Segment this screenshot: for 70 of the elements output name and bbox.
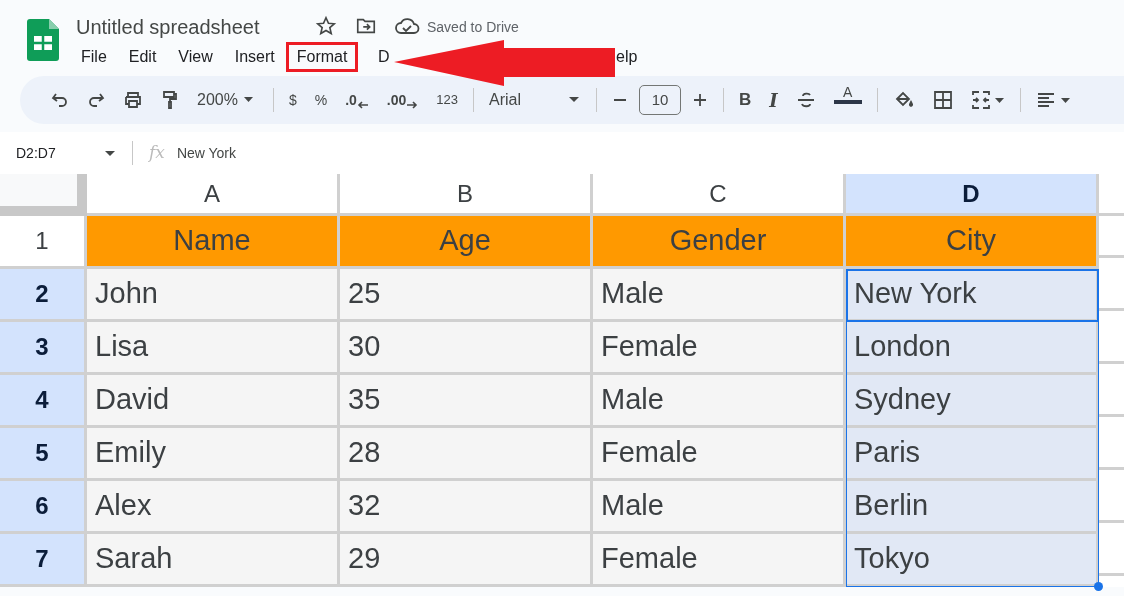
- table-cell[interactable]: Age: [340, 216, 593, 269]
- menu-item[interactable]: D: [374, 42, 394, 72]
- percent-button[interactable]: %: [305, 84, 337, 116]
- row-header[interactable]: 4: [0, 375, 87, 428]
- row-header[interactable]: 7: [0, 534, 87, 587]
- table-cell[interactable]: 35: [340, 375, 593, 428]
- table-cell[interactable]: 29: [340, 534, 593, 587]
- table-cell[interactable]: Sarah: [87, 534, 340, 587]
- menu-item[interactable]: Insert: [223, 42, 286, 72]
- decrease-decimal-button[interactable]: .0: [336, 84, 378, 116]
- document-title[interactable]: Untitled spreadsheet: [76, 12, 260, 42]
- row-header[interactable]: 6: [0, 481, 87, 534]
- menu-item[interactable]: Edit: [117, 42, 168, 72]
- column-header[interactable]: A: [87, 174, 340, 216]
- table-cell[interactable]: Male: [593, 375, 846, 428]
- formula-label: fx: [149, 141, 165, 165]
- row-header[interactable]: 5: [0, 428, 87, 481]
- menu-item[interactable]: View: [167, 42, 224, 72]
- table-cell[interactable]: Female: [593, 322, 846, 375]
- table-cell[interactable]: Female: [593, 428, 846, 481]
- column-header[interactable]: B: [340, 174, 593, 216]
- menu-item[interactable]: Format: [285, 42, 359, 72]
- cloud-check-icon[interactable]: [394, 16, 420, 36]
- table-cell[interactable]: Lisa: [87, 322, 340, 375]
- table-cell[interactable]: 30: [340, 322, 593, 375]
- table-cell[interactable]: City: [846, 216, 1099, 269]
- column-header[interactable]: C: [593, 174, 846, 216]
- font-size-field[interactable]: 10: [639, 85, 682, 115]
- table-cell[interactable]: 25: [340, 269, 593, 322]
- name-box[interactable]: D2:D7: [0, 142, 126, 164]
- bold-button[interactable]: B: [730, 84, 761, 116]
- increase-decimal-button[interactable]: .00: [377, 84, 428, 116]
- table-cell[interactable]: Tokyo: [846, 534, 1099, 587]
- right-arrow-icon: [406, 101, 419, 109]
- table-cell[interactable]: Female: [593, 534, 846, 587]
- table-cell[interactable]: Emily: [87, 428, 340, 481]
- table-cell[interactable]: Sydney: [846, 375, 1099, 428]
- formula-input[interactable]: New York: [176, 142, 237, 164]
- table-cell[interactable]: New York: [846, 269, 1099, 322]
- table-cell[interactable]: Alex: [87, 481, 340, 534]
- table-cell[interactable]: 32: [340, 481, 593, 534]
- row-header[interactable]: 3: [0, 322, 87, 375]
- save-status: Saved to Drive: [427, 18, 519, 37]
- row-header[interactable]: 1: [0, 216, 87, 269]
- font-dropdown[interactable]: Arial: [480, 84, 591, 116]
- caret-icon: [104, 149, 116, 157]
- number-format-button[interactable]: 123: [427, 84, 468, 116]
- table-cell[interactable]: Paris: [846, 428, 1099, 481]
- star-icon[interactable]: [315, 15, 337, 37]
- table-cell[interactable]: 28: [340, 428, 593, 481]
- caret-icon: [567, 95, 582, 105]
- menu-item[interactable]: elp: [616, 42, 640, 72]
- italic-button[interactable]: I: [760, 84, 787, 116]
- sheets-logo-icon[interactable]: [27, 19, 59, 61]
- table-cell[interactable]: Name: [87, 216, 340, 269]
- left-arrow-icon: [356, 101, 369, 109]
- zoom-dropdown[interactable]: 200%: [188, 84, 267, 116]
- table-cell[interactable]: Male: [593, 481, 846, 534]
- fill-handle[interactable]: [1094, 582, 1103, 591]
- table-cell[interactable]: Berlin: [846, 481, 1099, 534]
- text-color-button[interactable]: A: [824, 84, 871, 116]
- table-cell[interactable]: Male: [593, 269, 846, 322]
- row-header[interactable]: 2: [0, 269, 87, 322]
- table-cell[interactable]: David: [87, 375, 340, 428]
- column-header[interactable]: D: [846, 174, 1099, 216]
- currency-button[interactable]: $: [279, 84, 306, 116]
- table-cell[interactable]: Gender: [593, 216, 846, 269]
- menu-item[interactable]: File: [70, 42, 118, 72]
- table-cell[interactable]: John: [87, 269, 340, 322]
- table-cell[interactable]: London: [846, 322, 1099, 375]
